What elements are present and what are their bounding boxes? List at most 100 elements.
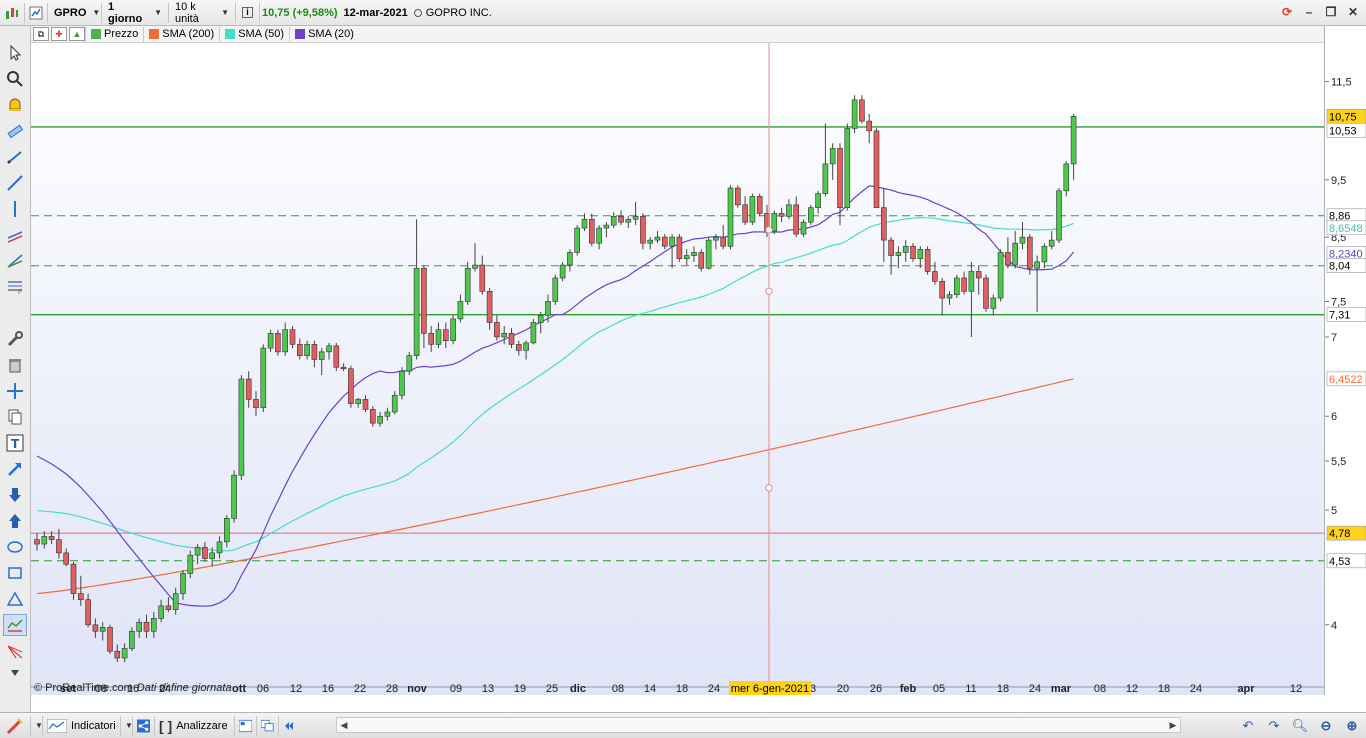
- scroll-down-icon[interactable]: [3, 666, 27, 680]
- sync-icon[interactable]: ⟳: [1278, 3, 1296, 21]
- candle-body: [216, 541, 223, 554]
- candle-body: [464, 267, 471, 302]
- copy-icon[interactable]: [3, 406, 27, 428]
- price-label: 7,31: [1329, 310, 1350, 322]
- candle-body: [749, 196, 756, 223]
- candle-body: [267, 332, 274, 349]
- time-scrollbar[interactable]: ◀ ▶: [336, 717, 1181, 733]
- multi-window-icon[interactable]: [257, 715, 279, 736]
- analyze-button[interactable]: [ ] Analizzare: [155, 715, 235, 736]
- time-axis-label: 24: [708, 683, 720, 695]
- restore-icon[interactable]: ❐: [1322, 3, 1340, 21]
- layout-icon[interactable]: [235, 715, 257, 736]
- chart-type-icon[interactable]: [0, 2, 25, 23]
- ruler-icon[interactable]: [3, 120, 27, 142]
- candle-body: [282, 329, 288, 353]
- candle-body: [917, 249, 924, 260]
- move-icon[interactable]: [3, 380, 27, 402]
- text-icon[interactable]: T: [3, 432, 27, 454]
- arrow-diagonal-icon[interactable]: [3, 458, 27, 480]
- time-axis-label: 25: [546, 683, 558, 695]
- drawing-pen-icon[interactable]: [0, 715, 31, 736]
- zoom-range-icon[interactable]: 🔍︎: [1290, 716, 1310, 736]
- trash-icon[interactable]: [3, 354, 27, 376]
- redo-icon[interactable]: ↷: [1264, 716, 1284, 736]
- share-button[interactable]: [133, 715, 155, 736]
- trendline-segment-icon[interactable]: [3, 146, 27, 168]
- timeframe-selector[interactable]: 1 giorno ▼: [102, 1, 169, 25]
- svg-text:T: T: [11, 437, 20, 451]
- fibonacci-icon[interactable]: F: [3, 276, 27, 298]
- pointer-icon[interactable]: [3, 42, 27, 64]
- arrow-down-icon[interactable]: [3, 484, 27, 506]
- price-tick-label: 11,5: [1331, 77, 1352, 89]
- zoom-out-icon[interactable]: ⊖: [1316, 716, 1336, 736]
- candle-body: [742, 204, 748, 223]
- candle-body: [793, 204, 800, 235]
- channel-icon[interactable]: [3, 224, 27, 246]
- pitchfork-icon[interactable]: [3, 250, 27, 272]
- triangle-icon[interactable]: [3, 588, 27, 610]
- candle-body: [727, 187, 734, 247]
- vertical-line-icon[interactable]: [3, 198, 27, 220]
- legend-window-icon[interactable]: ⧉: [33, 27, 49, 41]
- market-status-icon: [413, 8, 422, 17]
- price-axis-canvas[interactable]: 11,59,58,57,5765,55410,7510,538,868,6548…: [1325, 26, 1366, 695]
- chart-canvas[interactable]: set 08 16 24 ott 06 12 16 22 28 nov 09 13 19 25 dic 08 14…: [31, 43, 1324, 695]
- candle-body: [56, 539, 62, 554]
- candle-body: [143, 621, 150, 632]
- candle-body: [450, 318, 456, 341]
- minimize-icon[interactable]: –: [1300, 3, 1318, 21]
- gann-icon[interactable]: [3, 640, 27, 662]
- zoom-in-icon[interactable]: ⊕: [1342, 716, 1362, 736]
- candle-body: [932, 271, 938, 282]
- candle-body: [888, 239, 894, 256]
- price-label: 8,6548: [1329, 223, 1363, 235]
- candle-body: [924, 249, 931, 272]
- trend-indicator-icon[interactable]: [3, 614, 27, 636]
- scroll-left-icon[interactable]: [279, 716, 299, 736]
- scroll-left-arrow-icon[interactable]: ◀: [337, 718, 351, 732]
- candle-body: [442, 329, 449, 341]
- candle-body: [340, 366, 347, 370]
- legend-up-icon[interactable]: ▲: [69, 27, 85, 41]
- ellipse-icon[interactable]: [3, 536, 27, 558]
- chart-settings-icon[interactable]: [25, 2, 48, 23]
- candle-body: [187, 554, 194, 574]
- price-label: 4,78: [1329, 528, 1350, 540]
- close-icon[interactable]: ✕: [1344, 3, 1362, 21]
- price-axis[interactable]: 11,5 9,5 8,5 7,5 7 6 5,5 5 4 10,75 10,53 8,86 8,6548…: [1324, 26, 1366, 695]
- legend-item-price[interactable]: Prezzo: [85, 26, 143, 42]
- legend-item-sma50[interactable]: SMA (50): [219, 26, 289, 42]
- scroll-right-arrow-icon[interactable]: ▶: [1166, 718, 1180, 732]
- legend-item-sma200[interactable]: SMA (200): [143, 26, 219, 42]
- chart-top-band: [31, 43, 1324, 115]
- legend-add-icon[interactable]: ✚: [51, 27, 67, 41]
- rectangle-icon[interactable]: [3, 562, 27, 584]
- line-icon[interactable]: [3, 172, 27, 194]
- candle-body: [588, 218, 595, 244]
- indicators-chevron[interactable]: ▼: [121, 715, 133, 736]
- top-toolbar: GPRO ▼ 1 giorno ▼ 10 k unità ▼ i 10,75 (+9,…: [0, 0, 1366, 26]
- legend-swatch: [149, 29, 160, 39]
- legend-item-sma20[interactable]: SMA (20): [289, 26, 359, 42]
- units-selector[interactable]: 10 k unità ▼: [169, 1, 236, 25]
- window-controls: ⟳ – ❐ ✕: [1278, 3, 1362, 21]
- info-button[interactable]: i: [236, 2, 260, 23]
- candle-body: [545, 301, 551, 316]
- undo-icon[interactable]: ↶: [1238, 716, 1258, 736]
- crosshair-date-label: mer 6-gen-2021: [731, 683, 809, 695]
- arrow-up-icon[interactable]: [3, 510, 27, 532]
- zoom-icon[interactable]: [3, 68, 27, 90]
- symbol-selector[interactable]: GPRO ▼: [48, 2, 102, 23]
- symbol-label: GPRO: [54, 6, 87, 19]
- candle-body: [501, 332, 508, 338]
- price-chart[interactable]: set 08 16 24 ott 06 12 16 22 28 nov 09 13 19 25 dic 08 14…: [31, 43, 1324, 695]
- candle-body: [253, 399, 259, 409]
- candle-body: [129, 630, 135, 649]
- tools-icon[interactable]: [3, 328, 27, 350]
- indicators-button[interactable]: Indicatori: [43, 715, 121, 736]
- alert-bell-icon[interactable]: [3, 94, 27, 116]
- bottom-menu-chevron[interactable]: ▼: [31, 715, 43, 736]
- chart-background: [31, 43, 1324, 695]
